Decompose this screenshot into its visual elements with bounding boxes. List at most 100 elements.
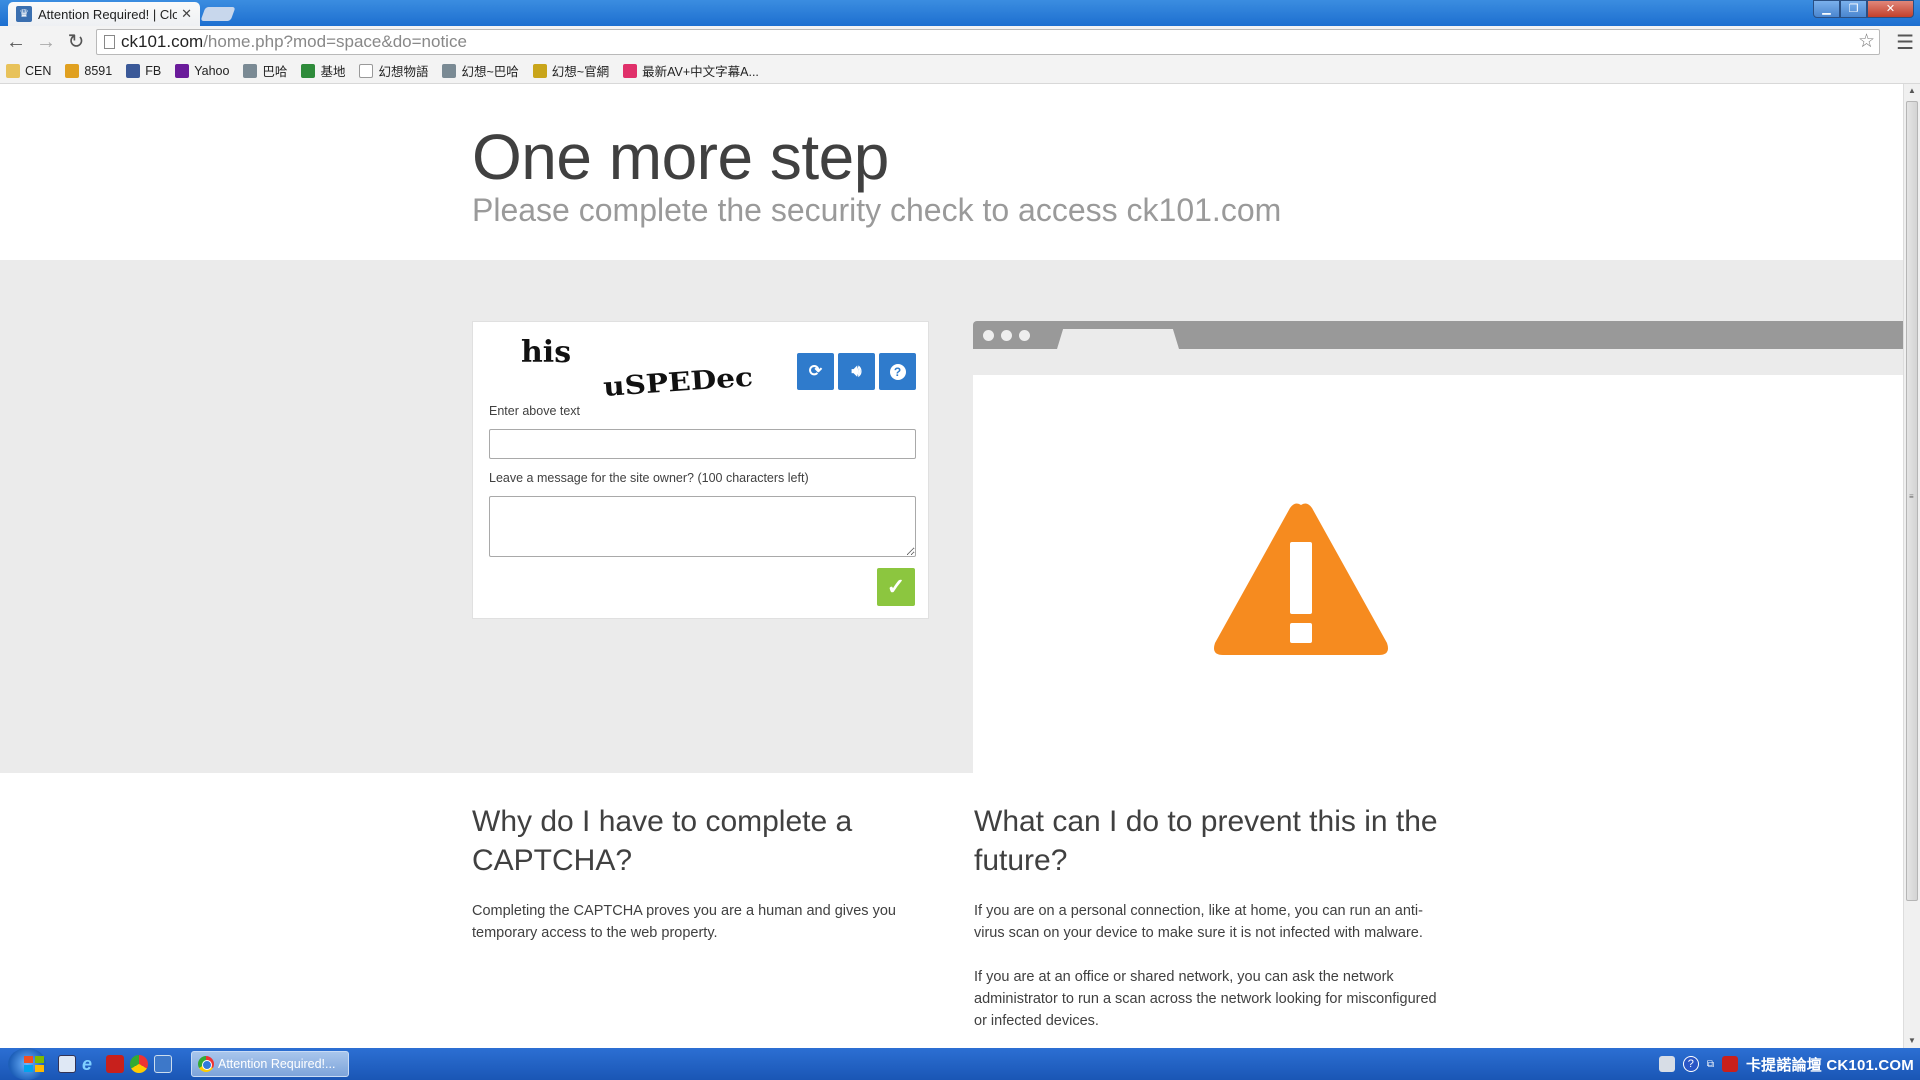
illustration-titlebar [973,321,1903,349]
dragon-icon [442,63,457,78]
refresh-icon: ⟳ [808,363,823,380]
audio-captcha-button[interactable]: 🔊︎ [838,353,875,390]
bookmark-item[interactable]: 基地 [301,61,345,80]
remote-desktop-icon[interactable] [154,1055,172,1073]
browser-tab-active[interactable]: ♛ Attention Required! | Cloudflare ✕ [8,2,200,26]
game-icon [532,63,547,78]
browser-menu-icon[interactable]: ☰ [1896,30,1914,55]
illustration-toolbar [973,349,1903,375]
folder-icon [6,63,20,78]
captcha-image: his uSPEDec [521,335,754,400]
browser-toolbar: ← → ↻ ck101.com/home.php?mod=space&do=no… [0,26,1920,58]
captcha-card: his uSPEDec ⟳ 🔊︎ ? Enter above text Leav… [472,321,929,619]
illustration-tab [1057,329,1179,349]
web-page: One more step Please complete the securi… [0,84,1903,1048]
restore-button[interactable]: ❐ [1840,0,1867,18]
app-launcher-icon[interactable] [106,1055,124,1073]
page-title: One more step [472,121,889,193]
app-tray-icon[interactable] [1721,1056,1738,1072]
bookmark-item[interactable]: 幻想~官網 [532,61,610,80]
show-desktop-icon[interactable] [58,1055,76,1073]
page-subtitle: Please complete the security check to ac… [472,192,1282,228]
bookmark-label: 8591 [84,63,113,78]
captcha-input-label: Enter above text [489,404,581,418]
minimize-button[interactable]: ▁ [1813,0,1840,18]
forward-button[interactable]: → [34,30,58,54]
close-window-button[interactable]: ✕ [1867,0,1914,18]
submit-button[interactable]: ✓ [877,568,915,606]
grip-icon: ≡ [1909,492,1914,501]
scroll-down-arrow-icon[interactable]: ▼ [1904,1034,1920,1048]
chrome-icon[interactable] [130,1055,148,1073]
prevent-section: What can I do to prevent this in the fut… [974,802,1444,1048]
keyboard-icon[interactable] [1658,1056,1675,1072]
taskbar-chrome-window[interactable]: Attention Required!... [191,1051,349,1077]
start-button[interactable] [8,1048,46,1080]
url-path: /home.php?mod=space&do=notice [203,32,467,51]
illustration-dot [1019,330,1030,341]
message-textarea[interactable] [489,496,916,557]
help-captcha-button[interactable]: ? [879,353,916,390]
lips-icon [623,63,638,78]
prevent-body-1: If you are on a personal connection, lik… [974,903,1423,941]
bookmark-label: 基地 [320,65,346,79]
new-tab-button[interactable] [200,7,236,21]
illustration-body [973,375,1903,773]
warning-icon [1214,503,1388,655]
bookmark-star-icon[interactable]: ☆ [1858,30,1875,54]
url-host: ck101.com [121,32,204,51]
internet-explorer-icon[interactable]: e [82,1055,100,1073]
tab-close-icon[interactable]: ✕ [181,6,192,22]
illustration-dot [983,330,994,341]
windows-logo-icon [24,1056,44,1072]
bookmark-item[interactable]: 8591 [65,63,113,78]
chrome-icon [198,1056,214,1072]
windows-taskbar: e Attention Required!... ? ⧉ 卡提諾論壇 CK101… [0,1048,1920,1080]
back-button[interactable]: ← [4,30,28,54]
captcha-controls: ⟳ 🔊︎ ? [797,353,916,390]
bookmark-label: 幻想物語 [378,65,429,79]
checkmark-icon: ✓ [886,574,906,599]
dragon-icon [243,63,258,78]
bookmark-item[interactable]: 最新AV+中文字幕A... [623,61,759,80]
reload-button[interactable]: ↻ [64,30,88,54]
facebook-icon [126,63,141,78]
captcha-input[interactable] [489,429,916,459]
bookmark-label: 幻想~官網 [551,65,610,79]
window-controls: ▁ ❐ ✕ [1813,0,1914,18]
window-title-bar: ♛ Attention Required! | Cloudflare ✕ ▁ ❐… [0,0,1920,26]
vertical-scrollbar[interactable]: ▲ ≡ ▼ [1903,84,1920,1048]
audio-icon: 🔊︎ [851,363,862,380]
bookmark-item[interactable]: CEN [6,63,51,78]
taskbar-window-title: Attention Required!... [218,1057,336,1071]
scroll-up-arrow-icon[interactable]: ▲ [1904,84,1920,98]
page-header: One more step Please complete the securi… [0,84,1903,260]
bookmark-item[interactable]: FB [126,63,161,78]
browser-illustration [973,321,1903,773]
bookmark-item[interactable]: 幻想物語 [359,61,428,80]
refresh-captcha-button[interactable]: ⟳ [797,353,834,390]
scrollbar-thumb[interactable]: ≡ [1906,101,1918,901]
help-icon[interactable]: ? [1682,1056,1699,1072]
bookmark-label: 幻想~巴哈 [461,65,519,79]
bookmark-item[interactable]: 巴哈 [243,61,287,80]
illustration-dot [1001,330,1012,341]
site-favicon-icon: ♛ [16,6,32,22]
captcha-word-2: uSPEDec [602,363,754,400]
message-label: Leave a message for the site owner? (100… [489,471,809,485]
help-icon: ? [889,364,906,380]
captcha-word-1: his [521,335,571,370]
tray-watermark-text: 卡提諾論壇 CK101.COM [1745,1056,1914,1074]
bookmark-label: 巴哈 [262,65,288,79]
tab-title: Attention Required! | Cloudflare [38,6,178,22]
network-icon[interactable]: ⧉ [1707,1059,1714,1070]
bookmark-item[interactable]: 幻想~巴哈 [442,61,519,80]
prevent-body-2: If you are at an office or shared networ… [974,969,1437,1029]
address-bar[interactable]: ck101.com/home.php?mod=space&do=notice ☆ [96,29,1880,55]
bookmark-item[interactable]: Yahoo [175,63,229,78]
page-icon [359,63,374,78]
page-icon [104,35,115,49]
bookmark-label: 最新AV+中文字幕A... [642,65,759,79]
money-bag-icon [65,63,80,78]
clover-icon [301,63,316,78]
